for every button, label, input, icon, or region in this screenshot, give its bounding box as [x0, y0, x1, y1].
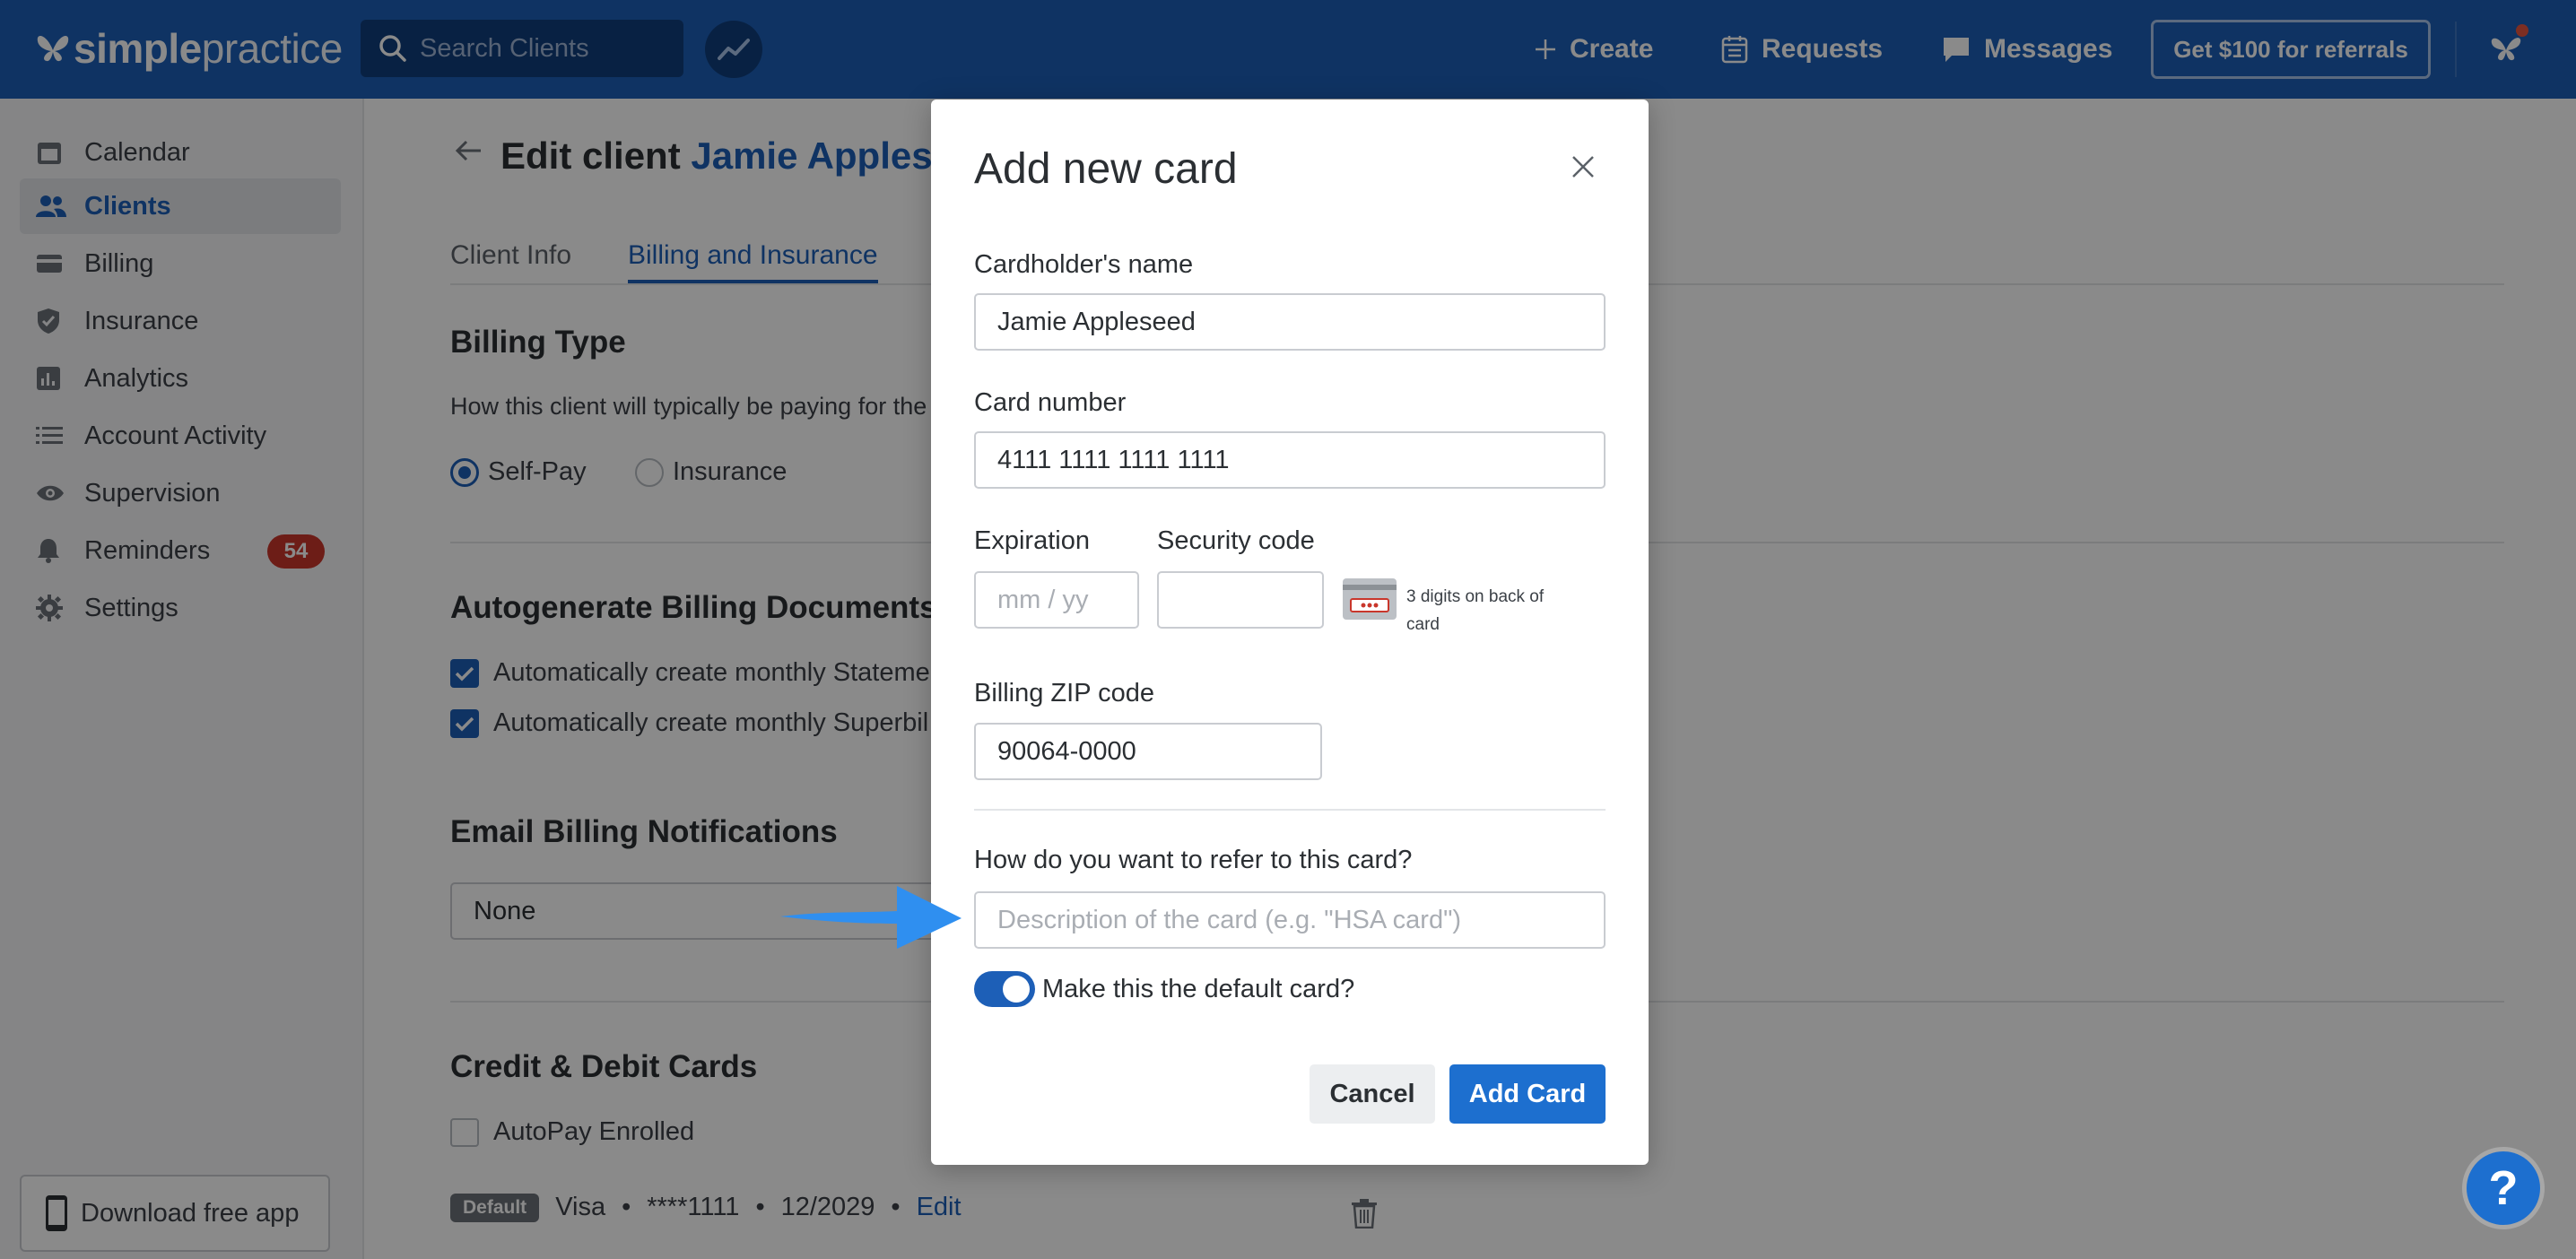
expiration-label: Expiration	[974, 526, 1090, 555]
add-card-modal: Add new card Cardholder's name Card numb…	[931, 100, 1649, 1165]
close-modal-button[interactable]	[1571, 155, 1595, 183]
add-card-button[interactable]: Add Card	[1449, 1064, 1606, 1124]
modal-divider	[974, 809, 1606, 811]
close-icon	[1572, 156, 1594, 178]
security-code-field[interactable]	[1157, 571, 1324, 629]
card-number-label: Card number	[974, 388, 1127, 417]
security-code-hint-text: 3 digits on back of card	[1406, 587, 1545, 634]
card-nickname-field[interactable]	[974, 891, 1606, 949]
default-card-toggle[interactable]	[974, 971, 1035, 1007]
zip-field[interactable]	[974, 723, 1322, 780]
security-code-hint: 3 digits on back of card	[1342, 577, 1568, 638]
security-code-label: Security code	[1157, 526, 1315, 555]
cancel-button[interactable]: Cancel	[1310, 1064, 1435, 1124]
zip-label: Billing ZIP code	[974, 679, 1154, 708]
cardholder-name-field[interactable]	[974, 293, 1606, 351]
default-card-toggle-label: Make this the default card?	[1042, 975, 1355, 1003]
card-nickname-label: How do you want to refer to this card?	[974, 846, 1413, 874]
annotation-arrow-icon	[780, 886, 962, 949]
help-button[interactable]: ?	[2467, 1151, 2540, 1225]
cardholder-name-label: Cardholder's name	[974, 250, 1194, 279]
modal-title: Add new card	[974, 145, 1238, 193]
card-number-field[interactable]	[974, 431, 1606, 489]
expiration-field[interactable]	[974, 571, 1139, 629]
card-back-cvc-icon	[1343, 578, 1397, 620]
